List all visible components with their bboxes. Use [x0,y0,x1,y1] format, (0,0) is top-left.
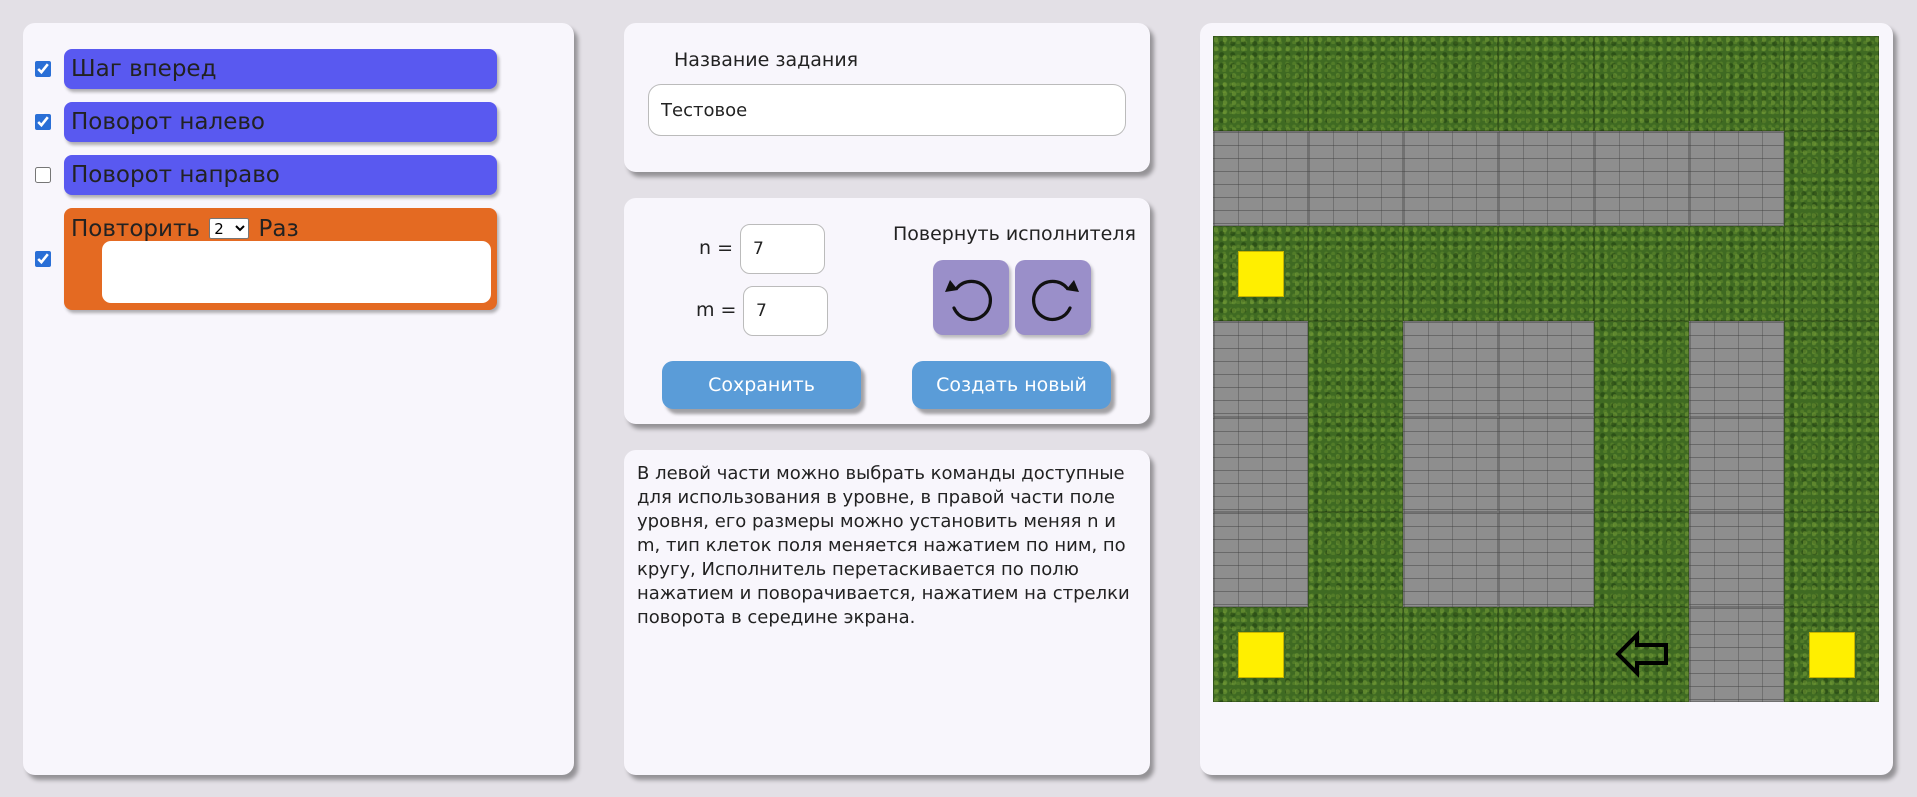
field-cell-grass[interactable] [1593,511,1689,607]
field-cell-grass[interactable] [1783,416,1879,512]
create-new-button[interactable]: Создать новый [912,361,1111,409]
field-cell-stone[interactable] [1593,131,1689,227]
goal-marker [1808,631,1855,678]
field-cell-stone[interactable] [1403,321,1499,417]
rotate-executor-label: Повернуть исполнителя [893,223,1136,245]
field-cell-grass[interactable] [1783,321,1879,417]
field-cell-grass[interactable] [1593,606,1689,702]
repeat-drop-area[interactable] [102,241,491,303]
task-name-label: Название задания [674,49,859,71]
rotate-counterclockwise-icon [945,279,992,321]
field-cell-grass[interactable] [1783,36,1879,132]
task-name-panel: Название задания [624,23,1150,172]
field-cell-grass[interactable] [1308,321,1404,417]
command-block-repeat[interactable]: Повторить 2 Раз [64,208,497,310]
commands-panel: Шаг вперед Поворот налево Поворот направ… [23,23,574,775]
command-block-turn-right[interactable]: Поворот направо [64,155,497,195]
field-cell-stone[interactable] [1213,321,1309,417]
help-panel: В левой части можно выбрать команды дост… [624,450,1150,775]
rotate-clockwise-icon [1032,279,1079,321]
field-cell-grass[interactable] [1783,606,1879,702]
goal-marker [1238,251,1284,298]
field-cell-grass[interactable] [1783,131,1879,227]
field-cell-grass[interactable] [1593,226,1689,322]
field-cell-grass[interactable] [1688,36,1784,132]
field-cell-stone[interactable] [1213,131,1309,227]
n-input[interactable] [740,224,825,274]
field-cell-grass[interactable] [1783,511,1879,607]
field-cell-stone[interactable] [1308,131,1404,227]
field-cell-grass[interactable] [1213,36,1309,132]
field-cell-grass[interactable] [1308,511,1404,607]
field-cell-stone[interactable] [1403,416,1499,512]
field-cell-stone[interactable] [1688,606,1784,702]
field-cell-stone[interactable] [1498,511,1594,607]
field-cell-grass[interactable] [1593,36,1689,132]
command-checkbox-repeat[interactable] [35,251,51,267]
repeat-count-select[interactable]: 2 [209,218,250,239]
save-button[interactable]: Сохранить [662,361,861,409]
n-label: n = [699,237,734,259]
field-cell-stone[interactable] [1688,416,1784,512]
field-cell-grass[interactable] [1593,321,1689,417]
field-cell-stone[interactable] [1213,416,1309,512]
field-cell-grass[interactable] [1498,226,1594,322]
command-block-turn-left[interactable]: Поворот налево [64,102,497,142]
field-cell-stone[interactable] [1688,131,1784,227]
m-input[interactable] [743,286,828,336]
command-checkbox-turn-right[interactable] [35,167,51,183]
field-cell-grass[interactable] [1308,416,1404,512]
repeat-prefix-label: Повторить [71,216,200,242]
field-cell-stone[interactable] [1403,511,1499,607]
rotate-right-button[interactable] [1015,260,1091,335]
field-cell-stone[interactable] [1688,321,1784,417]
command-block-step-forward[interactable]: Шаг вперед [64,49,497,89]
field-cell-grass[interactable] [1403,606,1499,702]
field-cell-grass[interactable] [1498,606,1594,702]
field-cell-grass[interactable] [1308,606,1404,702]
field-cell-stone[interactable] [1498,321,1594,417]
field-cell-grass[interactable] [1688,226,1784,322]
field-cell-grass[interactable] [1498,36,1594,132]
rotate-left-button[interactable] [933,260,1009,335]
level-field-panel [1200,23,1893,775]
field-settings-panel: n = m = Повернуть исполнителя Сохранить … [624,198,1150,424]
task-name-input[interactable] [648,84,1126,136]
m-label: m = [696,299,737,321]
field-cell-stone[interactable] [1213,511,1309,607]
field-cell-grass[interactable] [1213,606,1309,702]
goal-marker [1238,631,1284,678]
field-cell-grass[interactable] [1308,36,1404,132]
repeat-header: Повторить 2 Раз [71,214,299,244]
field-cell-grass[interactable] [1403,226,1499,322]
repeat-suffix-label: Раз [258,216,299,242]
field-cell-stone[interactable] [1688,511,1784,607]
field-cell-stone[interactable] [1403,131,1499,227]
level-grid [1213,36,1879,702]
command-checkbox-turn-left[interactable] [35,114,51,130]
command-checkbox-step-forward[interactable] [35,61,51,77]
arrow-left-icon[interactable] [1614,630,1670,678]
field-cell-stone[interactable] [1498,131,1594,227]
field-cell-stone[interactable] [1498,416,1594,512]
field-cell-grass[interactable] [1308,226,1404,322]
help-text: В левой части можно выбрать команды дост… [637,463,1130,628]
field-cell-grass[interactable] [1593,416,1689,512]
field-cell-grass[interactable] [1213,226,1309,322]
field-cell-grass[interactable] [1403,36,1499,132]
field-cell-grass[interactable] [1783,226,1879,322]
